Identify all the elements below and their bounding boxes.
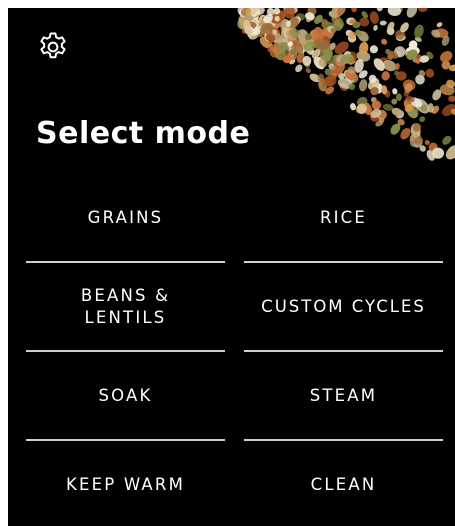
- mode-button-keep-warm[interactable]: KEEP WARM: [26, 441, 225, 526]
- grain-shape: [448, 95, 455, 102]
- grain-shape: [359, 79, 368, 92]
- grain-shape: [295, 64, 303, 73]
- grain-shape: [445, 145, 455, 160]
- grain-shape: [379, 20, 387, 26]
- grain-shape: [369, 11, 379, 24]
- grain-shape: [436, 22, 443, 28]
- mode-button-custom-cycles[interactable]: CUSTOM CYCLES: [244, 263, 443, 352]
- grain-shape: [442, 135, 452, 145]
- mode-button-steam[interactable]: STEAM: [244, 352, 443, 441]
- mode-button-rice[interactable]: RICE: [244, 174, 443, 263]
- grain-shape: [373, 24, 378, 31]
- mode-label: STEAM: [309, 385, 378, 405]
- mode-button-clean[interactable]: CLEAN: [244, 441, 443, 526]
- mode-label: SOAK: [98, 385, 153, 405]
- mode-label: BEANS & LENTILS: [80, 285, 171, 327]
- grain-shape: [392, 88, 398, 95]
- grain-shape: [376, 8, 383, 12]
- grain-shape: [381, 71, 390, 81]
- mode-button-grains[interactable]: GRAINS: [26, 174, 225, 263]
- mode-selection-screen: Select mode GRAINS RICE BEANS & LENTILS …: [8, 8, 455, 526]
- grain-shape: [351, 8, 358, 13]
- mode-button-soak[interactable]: SOAK: [26, 352, 225, 441]
- grain-shape: [417, 8, 428, 12]
- grain-shape: [419, 116, 426, 122]
- grain-shape: [406, 8, 418, 18]
- mode-label: KEEP WARM: [65, 474, 186, 494]
- grain-shape: [305, 68, 311, 74]
- gear-icon: [40, 32, 66, 59]
- mode-label: CLEAN: [310, 474, 377, 494]
- mode-label: RICE: [319, 207, 368, 227]
- mode-grid: GRAINS RICE BEANS & LENTILS CUSTOM CYCLE…: [26, 174, 443, 526]
- grain-shape: [395, 93, 402, 101]
- grain-shape: [414, 24, 424, 39]
- mode-label: GRAINS: [87, 207, 164, 227]
- grain-shape: [387, 8, 402, 16]
- mode-label: CUSTOM CYCLES: [261, 296, 426, 316]
- mode-button-beans-lentils[interactable]: BEANS & LENTILS: [26, 263, 225, 352]
- grain-shape: [425, 68, 435, 78]
- grain-shape: [380, 38, 387, 45]
- grain-shape: [369, 45, 378, 54]
- page-title: Select mode: [36, 116, 251, 151]
- settings-button[interactable]: [36, 30, 70, 64]
